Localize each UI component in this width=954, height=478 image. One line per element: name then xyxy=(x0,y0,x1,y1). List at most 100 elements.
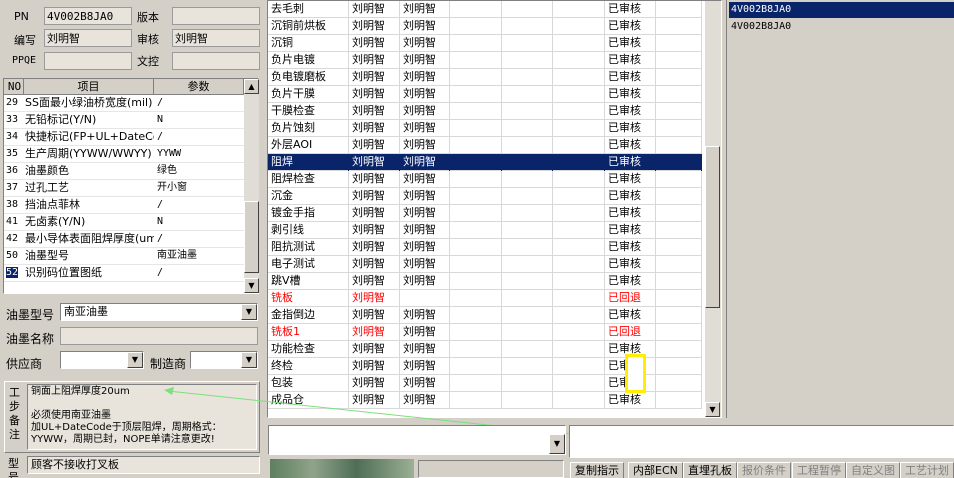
pn-list-item[interactable]: 4V002B8JA0 xyxy=(729,2,954,18)
step-row[interactable]: 剥引线 刘明智 刘明智 已审核 xyxy=(268,222,702,239)
chevron-down-icon[interactable]: ▼ xyxy=(549,434,565,454)
ppqe-field[interactable] xyxy=(44,52,132,70)
doc-control-field[interactable] xyxy=(172,52,260,70)
step-row[interactable]: 负片蚀刻 刘明智 刘明智 已审核 xyxy=(268,120,702,137)
parameter-item: 油墨型号 xyxy=(25,249,69,262)
parameter-row[interactable]: 35 生产周期(YYWW/WWYY) YYWW xyxy=(4,146,244,163)
step-status: 已审核 xyxy=(605,52,656,69)
process-steps-table[interactable]: 去毛刺 刘明智 刘明智 已审核 沉铜前烘板 刘明智 刘明智 已审核 沉铜 刘明智 刘明智 已审核 负片电… xyxy=(267,0,722,418)
step-row[interactable]: 负片电镀 刘明智 刘明智 已审核 xyxy=(268,52,702,69)
step-cell xyxy=(502,69,553,86)
maker-select[interactable]: ▼ xyxy=(190,351,258,369)
parameter-row[interactable]: 36 油墨颜色 绿色 xyxy=(4,163,244,180)
step-reviewer: 刘明智 xyxy=(400,273,450,290)
step-row[interactable]: 阻抗测试 刘明智 刘明智 已审核 xyxy=(268,239,702,256)
reviewer-field[interactable]: 刘明智 xyxy=(172,29,260,47)
col-item-header[interactable]: 项目 xyxy=(24,79,154,95)
chevron-down-icon[interactable]: ▼ xyxy=(241,304,257,320)
tab-3[interactable]: 直埋孔板 xyxy=(683,462,737,478)
step-row[interactable]: 去毛刺 刘明智 刘明智 已审核 xyxy=(268,1,702,18)
parameter-row[interactable]: 52 识别码位置图纸 / xyxy=(4,265,244,282)
step-cell xyxy=(553,358,605,375)
process-table-scroll-down[interactable]: ▼ xyxy=(705,402,720,417)
step-cell xyxy=(553,1,605,18)
step-status: 已审核 xyxy=(605,69,656,86)
ink-name-field[interactable] xyxy=(60,327,258,345)
step-reviewer: 刘明智 xyxy=(400,35,450,52)
col-value-header[interactable]: 参数 xyxy=(154,79,244,95)
step-name: 外层AOI xyxy=(268,137,349,154)
col-no-header[interactable]: NO xyxy=(4,79,24,95)
scroll-thumb[interactable] xyxy=(244,201,259,273)
pn-list[interactable]: 4V002B8JA0 4V002B8JA0 xyxy=(726,0,954,418)
tab-7[interactable]: 工艺计划 xyxy=(900,462,954,478)
step-row[interactable]: 电子测试 刘明智 刘明智 已审核 xyxy=(268,256,702,273)
step-row[interactable]: 沉金 刘明智 刘明智 已审核 xyxy=(268,188,702,205)
step-cell xyxy=(502,341,553,358)
step-status: 已审核 xyxy=(605,103,656,120)
author-field[interactable]: 刘明智 xyxy=(44,29,132,47)
parameter-row[interactable]: 34 快捷标记(FP+UL+DateCode)/ xyxy=(4,129,244,146)
step-row[interactable]: 负电镀磨板 刘明智 刘明智 已审核 xyxy=(268,69,702,86)
tab-5[interactable]: 工程暂停 xyxy=(792,462,846,478)
step-cell xyxy=(450,137,502,154)
scroll-down-button[interactable]: ▼ xyxy=(244,278,259,293)
step-cell xyxy=(656,290,702,307)
parameter-row[interactable]: 37 过孔工艺 开小窗 xyxy=(4,180,244,197)
tab-1[interactable]: 复制指示 xyxy=(570,462,624,478)
parameter-row[interactable]: 41 无卤素(Y/N) N xyxy=(4,214,244,231)
parameter-row[interactable]: 50 油墨型号 南亚油墨 xyxy=(4,248,244,265)
process-table-scrollbar[interactable]: ▼ xyxy=(705,1,721,417)
step-cell xyxy=(502,307,553,324)
step-cell xyxy=(656,137,702,154)
bottom-text-field[interactable] xyxy=(569,425,954,458)
step-row[interactable]: 阻焊检查 刘明智 刘明智 已审核 xyxy=(268,171,702,188)
parameter-list[interactable]: NO 项目 参数 29 SS面最小绿油桥宽度(mil)/33 无铅标记(Y/N) N 3… xyxy=(3,78,259,294)
step-row[interactable]: 镀金手指 刘明智 刘明智 已审核 xyxy=(268,205,702,222)
step-cell xyxy=(553,205,605,222)
step-row[interactable]: 外层AOI 刘明智 刘明智 已审核 xyxy=(268,137,702,154)
step-status: 已审核 xyxy=(605,307,656,324)
pn-list-item[interactable]: 4V002B8JA0 xyxy=(729,19,954,35)
step-reviewer: 刘明智 xyxy=(400,171,450,188)
parameter-row[interactable]: 38 挡油点菲林 / xyxy=(4,197,244,214)
tab-4[interactable]: 报价条件 xyxy=(737,462,791,478)
step-row[interactable]: 铣板1 刘明智 刘明智 已回退 xyxy=(268,324,702,341)
step-row[interactable]: 沉铜前烘板 刘明智 刘明智 已审核 xyxy=(268,18,702,35)
step-status: 已审核 xyxy=(605,120,656,137)
step-reviewer: 刘明智 xyxy=(400,86,450,103)
supplier-select[interactable]: ▼ xyxy=(60,351,144,369)
step-cell xyxy=(656,273,702,290)
type-field[interactable]: 顾客不接收打叉板 xyxy=(27,456,260,474)
step-row[interactable]: 金指倒边 刘明智 刘明智 已审核 xyxy=(268,307,702,324)
process-table-scroll-thumb[interactable] xyxy=(705,146,720,308)
parameter-row[interactable]: 42 最小导体表面阻焊厚度(um) / xyxy=(4,231,244,248)
step-row[interactable]: 铣板 刘明智 已回退 xyxy=(268,290,702,307)
step-cell xyxy=(502,35,553,52)
version-field[interactable] xyxy=(172,7,260,25)
step-row[interactable]: 干膜检查 刘明智 刘明智 已审核 xyxy=(268,103,702,120)
step-row[interactable]: 负片干膜 刘明智 刘明智 已审核 xyxy=(268,86,702,103)
parameter-row[interactable]: 33 无铅标记(Y/N) N xyxy=(4,112,244,129)
tab-6[interactable]: 自定义图 xyxy=(846,462,900,478)
parameter-row[interactable]: 29 SS面最小绿油桥宽度(mil) / xyxy=(4,95,244,112)
step-row[interactable]: 沉铜 刘明智 刘明智 已审核 xyxy=(268,35,702,52)
step-cell xyxy=(553,307,605,324)
bottom-select[interactable]: ▼ xyxy=(268,425,566,455)
chevron-down-icon[interactable]: ▼ xyxy=(127,352,143,368)
step-row[interactable]: 跳V槽 刘明智 刘明智 已审核 xyxy=(268,273,702,290)
step-author: 刘明智 xyxy=(349,137,400,154)
step-reviewer: 刘明智 xyxy=(400,18,450,35)
ink-model-select[interactable]: 南亚油墨 ▼ xyxy=(60,303,258,321)
parameter-list-scrollbar[interactable]: ▲ ▼ xyxy=(244,79,259,293)
step-reviewer: 刘明智 xyxy=(400,341,450,358)
tab-2[interactable]: 内部ECN xyxy=(628,462,683,478)
step-cell xyxy=(450,18,502,35)
step-row[interactable]: 阻焊 刘明智 刘明智 已审核 xyxy=(268,154,702,171)
pn-field[interactable]: 4V002B8JA0 xyxy=(44,7,132,25)
chevron-down-icon[interactable]: ▼ xyxy=(241,352,257,368)
step-cell xyxy=(553,103,605,120)
step-cell xyxy=(502,137,553,154)
scroll-up-button[interactable]: ▲ xyxy=(244,79,259,94)
step-reviewer xyxy=(400,290,450,307)
